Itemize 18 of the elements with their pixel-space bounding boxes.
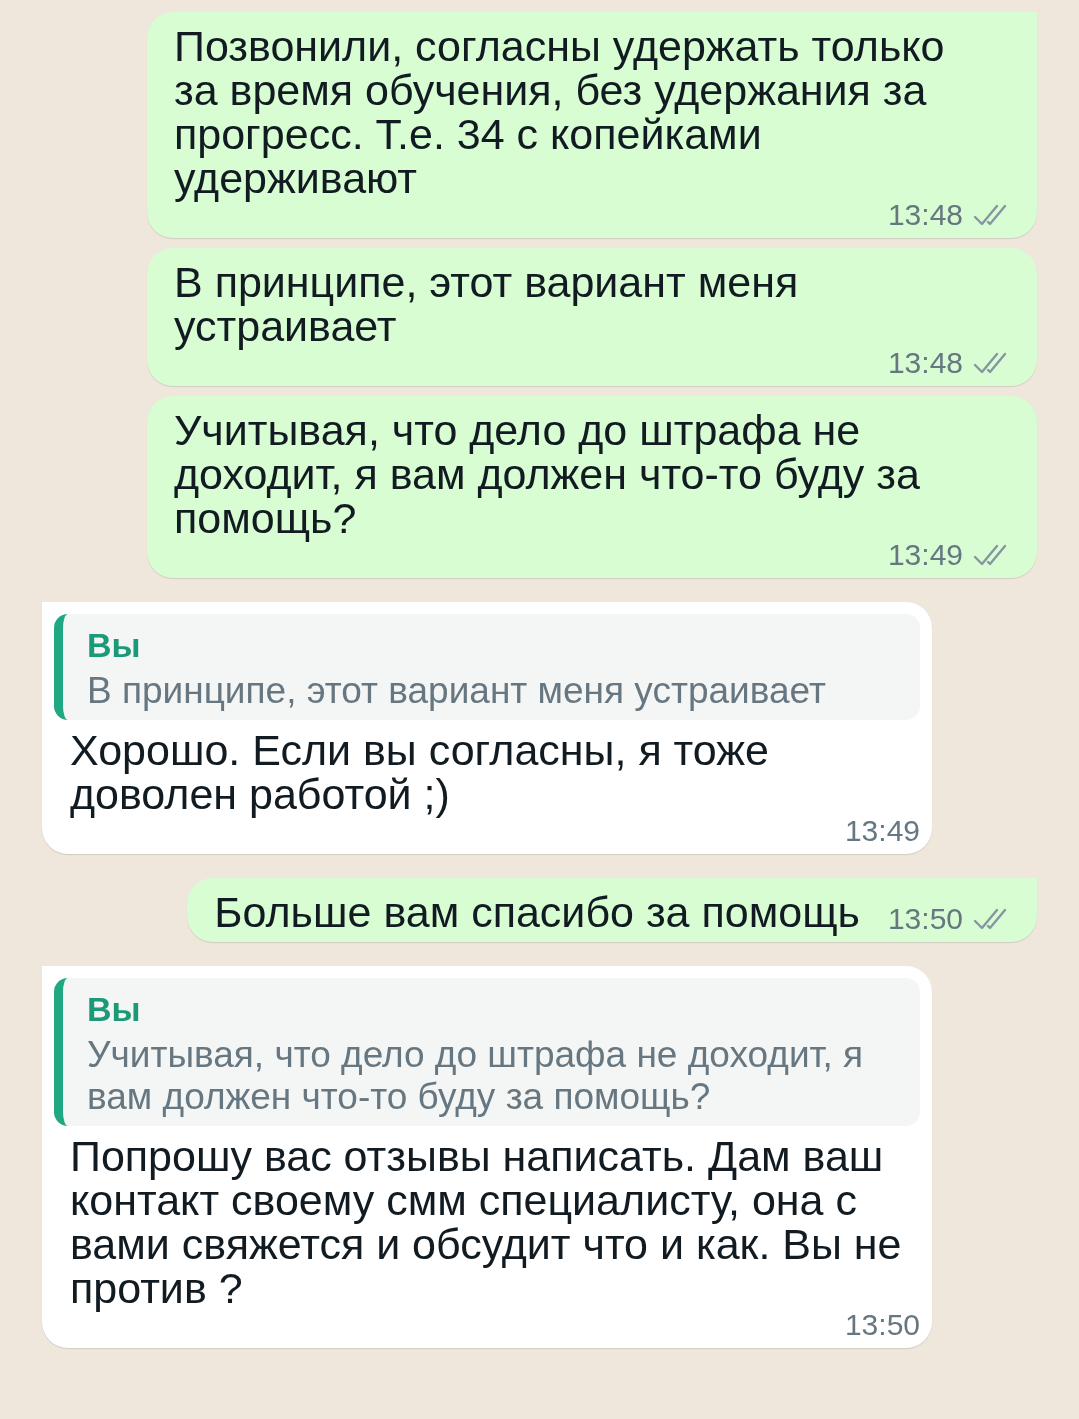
quote-author: Вы [87, 989, 142, 1030]
quote-author: Вы [87, 625, 142, 666]
message-text: Попрошу вас отзывы написать. Дам ваш контакт своему смм специалисту, она с вами свяжется и обсудит что и как. Вы не против ? [70, 1134, 902, 1310]
message-time: 13:50 [844, 1310, 920, 1340]
message-text: Позвонили, согласны удержать только за время обучения, без удержания за прогресс. Т.е. 34 с копейками удерживают [174, 24, 946, 200]
message-time: 13:49 [844, 816, 920, 846]
quote-text: В принципе, этот вариант меня устраивает [87, 670, 827, 712]
quote-text: Учитывая, что дело до штрафа не доходит, я вам должен что-то буду за помощь? [87, 1034, 864, 1118]
quoted-message[interactable]: Вы Учитывая, что дело до штрафа не доходит, я вам должен что-то буду за помощь? [54, 978, 920, 1126]
quoted-message[interactable]: Вы В принципе, этот вариант меня устраивает [54, 614, 920, 720]
message-text: В принципе, этот вариант меня устраивает [174, 260, 800, 348]
message-time: 13:49 [887, 540, 963, 570]
message-time: 13:48 [887, 348, 963, 378]
message-text: Больше вам спасибо за помощь [214, 890, 860, 934]
message-time: 13:50 [887, 904, 963, 934]
message-time: 13:48 [887, 200, 963, 230]
message-text: Хорошо. Если вы согласны, я тоже доволен работой ;) [70, 728, 770, 816]
message-text: Учитывая, что дело до штрафа не доходит, я вам должен что-то буду за помощь? [174, 408, 921, 540]
